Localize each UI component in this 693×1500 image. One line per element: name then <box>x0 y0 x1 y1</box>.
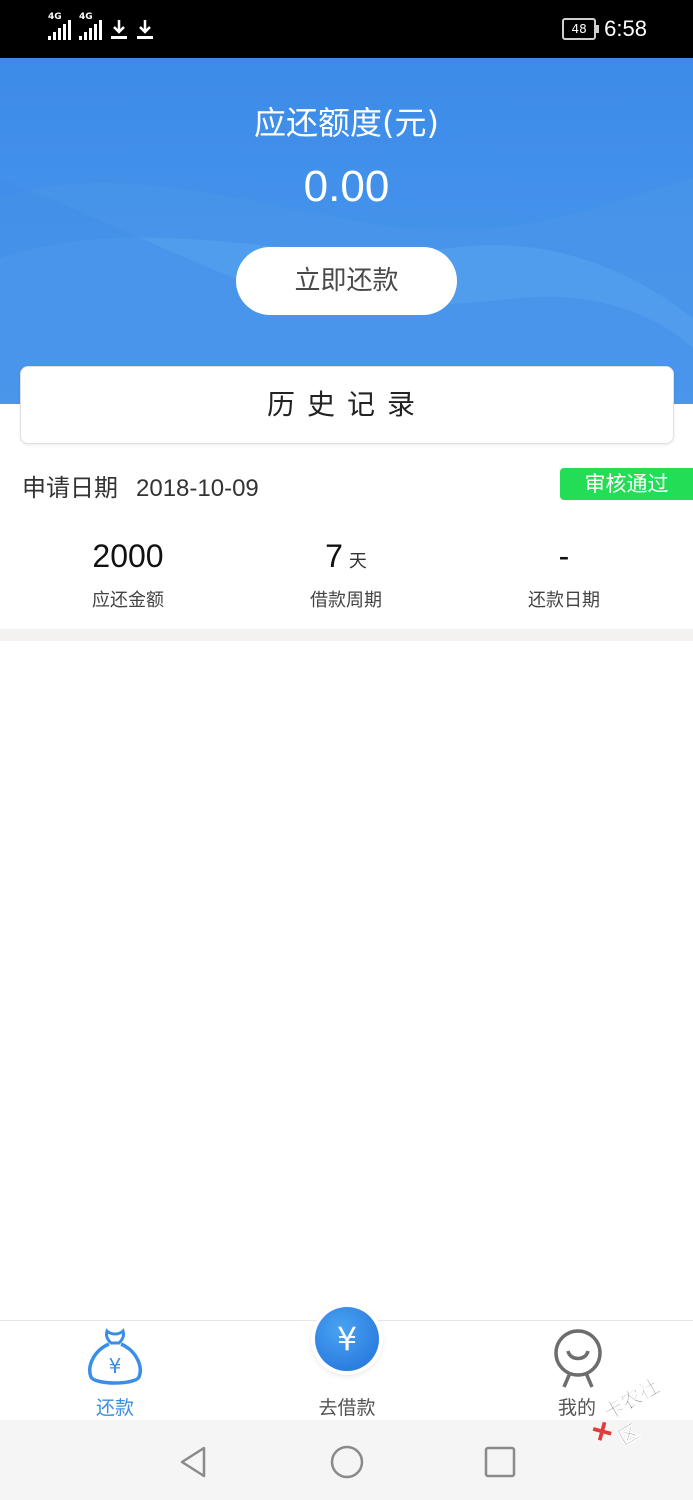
system-nav-bar <box>0 1420 693 1500</box>
section-divider <box>0 629 693 641</box>
stat-label: 借款周期 <box>310 590 382 611</box>
back-icon[interactable] <box>174 1442 214 1482</box>
amount-due-title: 应还额度(元) <box>254 104 439 142</box>
stat-repay-date: - 还款日期 <box>464 538 664 612</box>
network-type-label: 4G <box>79 12 93 22</box>
cellular-signal-icon: 4G <box>48 12 71 40</box>
stat-unit: 天 <box>348 551 367 572</box>
user-face-icon <box>554 1329 602 1388</box>
amount-due-value: 0.00 <box>303 162 390 211</box>
status-icons-right: 48 6:58 <box>562 16 647 42</box>
download-icon <box>137 20 153 39</box>
status-badge: 审核通过 <box>560 468 693 500</box>
stat-label: 应还金额 <box>92 590 164 611</box>
history-records-button[interactable]: 历史记录 <box>20 366 674 444</box>
stat-value: 2000 <box>92 538 164 574</box>
cellular-signal-icon: 4G <box>79 12 102 40</box>
repay-now-button[interactable]: 立即还款 <box>236 247 457 315</box>
stat-label: 还款日期 <box>528 590 600 611</box>
apply-date-row: 申请日期 2018-10-09 <box>22 468 259 503</box>
money-bag-icon: ¥ <box>88 1328 142 1385</box>
download-icon <box>111 20 127 39</box>
stat-value: - <box>558 538 570 574</box>
stat-loan-period: 7天 借款周期 <box>246 538 446 612</box>
network-type-label: 4G <box>48 12 62 22</box>
clock: 6:58 <box>604 16 647 41</box>
home-icon[interactable] <box>327 1442 367 1482</box>
status-bar: 4G 4G 48 6:58 <box>0 0 693 58</box>
tab-label: 还款 <box>95 1397 134 1419</box>
status-icons-left: 4G 4G <box>48 12 154 40</box>
battery-icon: 48 <box>562 18 600 40</box>
apply-date-value: 2018-10-09 <box>136 475 259 502</box>
stat-amount-due: 2000 应还金额 <box>28 538 228 612</box>
apply-date-label: 申请日期 <box>22 474 118 502</box>
repay-header: 应还额度(元) 0.00 立即还款 <box>0 58 693 404</box>
stat-value: 7 <box>325 538 343 574</box>
tab-label: 去借款 <box>318 1397 376 1419</box>
recents-icon[interactable] <box>480 1442 520 1482</box>
svg-text:¥: ¥ <box>109 1354 122 1378</box>
borrow-yuan-button[interactable]: ¥ <box>315 1307 379 1371</box>
tab-repay[interactable]: ¥ 还款 <box>50 1321 180 1421</box>
